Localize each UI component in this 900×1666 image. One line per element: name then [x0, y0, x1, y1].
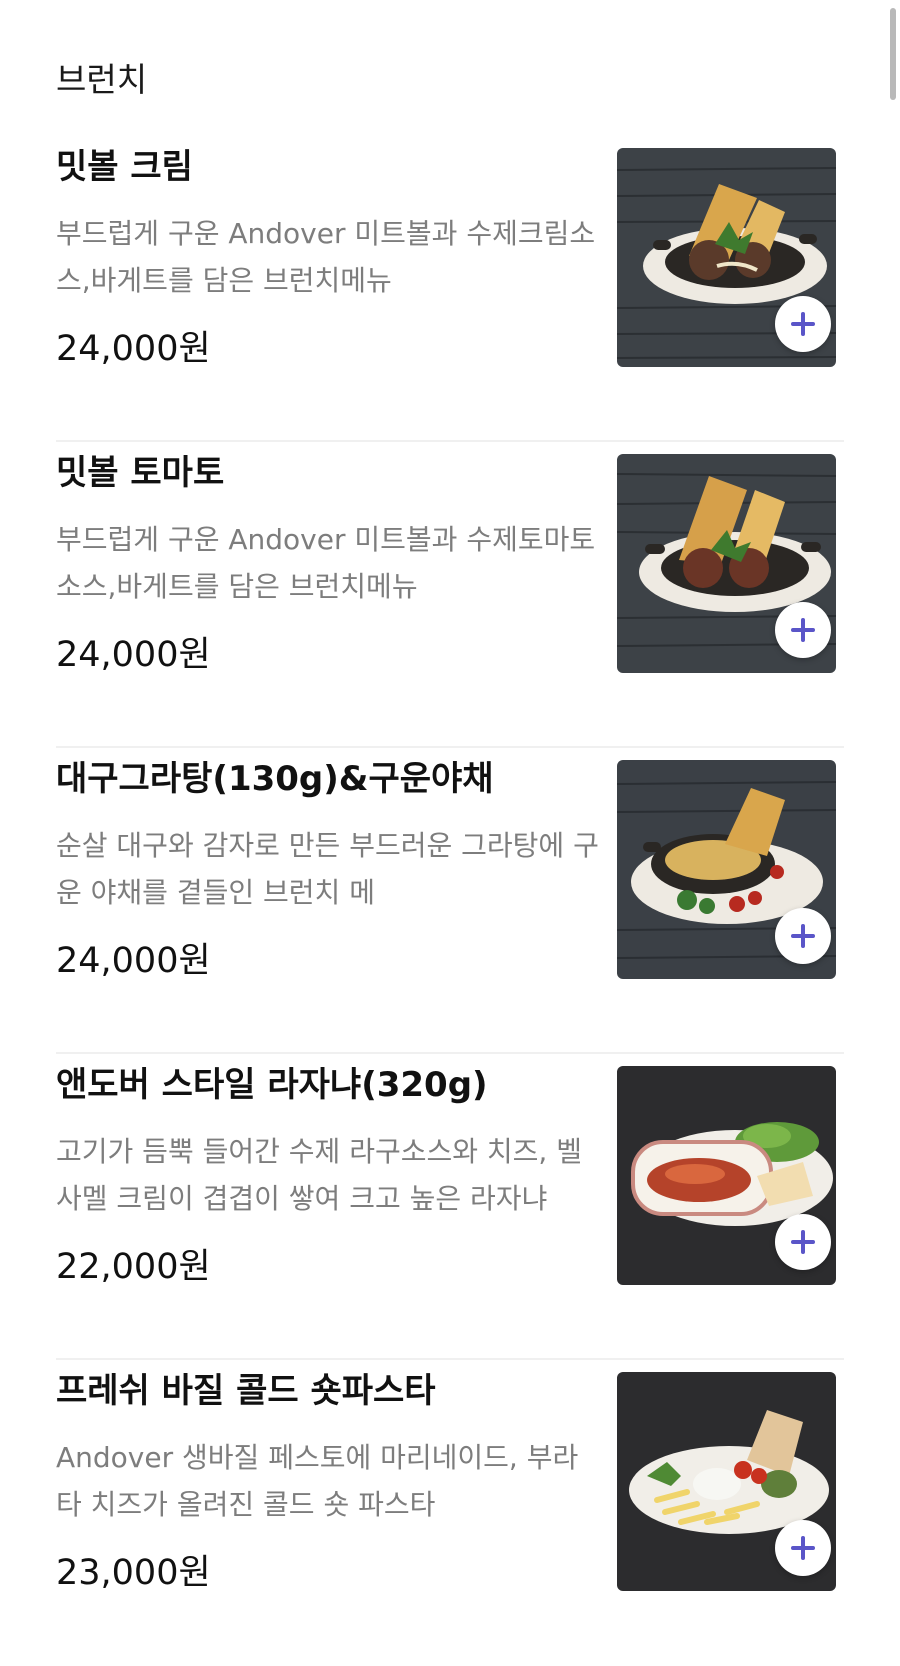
menu-item-price: 22,000원 — [56, 1247, 211, 1287]
menu-item-price: 24,000원 — [56, 635, 211, 675]
menu-item-description: 부드럽게 구운 Andover 미트볼과 수제크림소스,바게트를 담은 브런치메… — [56, 217, 596, 297]
menu-item[interactable]: 프레쉬 바질 콜드 숏파스타 Andover 생바질 페스토에 마리네이드, 부… — [56, 1360, 844, 1666]
plus-icon — [791, 618, 815, 642]
menu-item-photo[interactable] — [617, 1372, 836, 1591]
menu-list: 밋볼 크림 부드럽게 구운 Andover 미트볼과 수제크림소스,바게트를 담… — [56, 136, 844, 1666]
plus-icon — [791, 1230, 815, 1254]
section-title: 브런치 — [56, 60, 148, 99]
menu-item-name: 밋볼 크림 — [56, 147, 193, 187]
menu-item-photo[interactable] — [617, 760, 836, 979]
plus-icon — [791, 312, 815, 336]
menu-item-description: 순살 대구와 감자로 만든 부드러운 그라탕에 구운 야채를 곁들인 브런치 메 — [56, 829, 599, 909]
menu-item-description: 고기가 듬뿍 들어간 수제 라구소스와 치즈, 벨사멜 크림이 겹겹이 쌓여 크… — [56, 1135, 582, 1215]
menu-item[interactable]: 밋볼 토마토 부드럽게 구운 Andover 미트볼과 수제토마토소스,바게트를… — [56, 442, 844, 748]
menu-item-price: 24,000원 — [56, 329, 211, 369]
menu-item-price: 23,000원 — [56, 1553, 211, 1593]
plus-icon — [791, 924, 815, 948]
add-to-cart-button[interactable] — [775, 296, 831, 352]
add-to-cart-button[interactable] — [775, 1214, 831, 1270]
menu-item-description: Andover 생바질 페스토에 마리네이드, 부라타 치즈가 올려진 콜드 숏… — [56, 1441, 579, 1521]
menu-item[interactable]: 앤도버 스타일 라자냐(320g) 고기가 듬뿍 들어간 수제 라구소스와 치즈… — [56, 1054, 844, 1360]
menu-item-description: 부드럽게 구운 Andover 미트볼과 수제토마토소스,바게트를 담은 브런치… — [56, 523, 596, 603]
menu-item-name: 프레쉬 바질 콜드 숏파스타 — [56, 1371, 436, 1411]
menu-item-price: 24,000원 — [56, 941, 211, 981]
add-to-cart-button[interactable] — [775, 602, 831, 658]
plus-icon — [791, 1536, 815, 1560]
menu-item-name: 앤도버 스타일 라자냐(320g) — [56, 1065, 488, 1105]
menu-item[interactable]: 대구그라탕(130g)&구운야채 순살 대구와 감자로 만든 부드러운 그라탕에… — [56, 748, 844, 1054]
menu-item-photo[interactable] — [617, 1066, 836, 1285]
add-to-cart-button[interactable] — [775, 1520, 831, 1576]
menu-item-photo[interactable] — [617, 148, 836, 367]
menu-item-name: 밋볼 토마토 — [56, 453, 225, 493]
scrollbar[interactable] — [890, 8, 896, 100]
menu-item-photo[interactable] — [617, 454, 836, 673]
menu-item[interactable]: 밋볼 크림 부드럽게 구운 Andover 미트볼과 수제크림소스,바게트를 담… — [56, 136, 844, 442]
menu-item-name: 대구그라탕(130g)&구운야채 — [56, 759, 494, 799]
add-to-cart-button[interactable] — [775, 908, 831, 964]
